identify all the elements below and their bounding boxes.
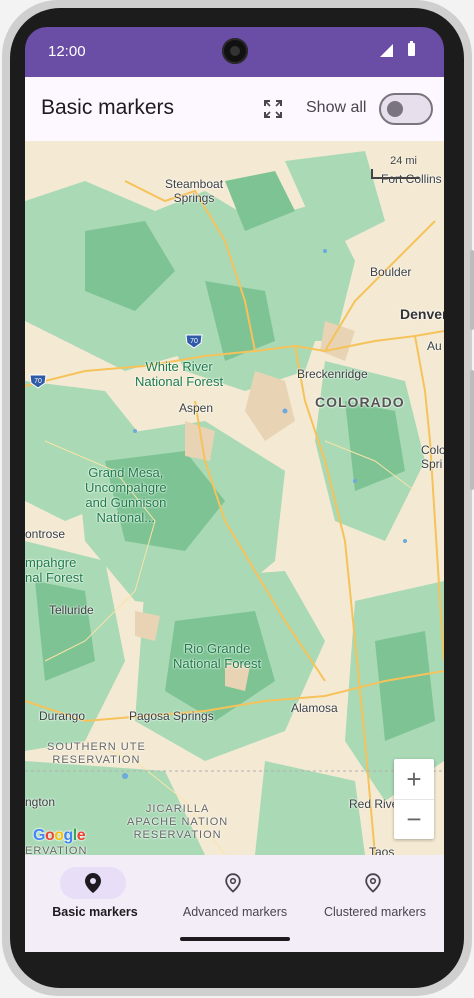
zoom-in-button[interactable]: +	[394, 759, 434, 800]
map-label-telluride: Telluride	[49, 603, 94, 617]
place-filled-icon	[85, 873, 101, 893]
nav-label: Basic markers	[52, 905, 138, 919]
map-label-reservation-edge: ERVATION	[25, 845, 88, 855]
interstate-70-east-shield: 70	[185, 334, 203, 349]
fullscreen-icon[interactable]	[263, 99, 283, 119]
zoom-out-button[interactable]: −	[394, 799, 434, 839]
bottom-navigation: Basic markers Advanced markers Clustered…	[25, 855, 444, 952]
map-label-grand-mesa-nf: Grand Mesa, Uncompahgre and Gunnison Nat…	[85, 465, 167, 525]
interstate-70-west-shield: 70	[29, 374, 47, 389]
nav-label: Advanced markers	[182, 905, 288, 919]
scale-bar	[371, 169, 419, 179]
map-label-colorado: COLORADO	[315, 394, 405, 410]
zoom-controls: + −	[394, 759, 434, 839]
svg-text:70: 70	[190, 338, 198, 345]
switch-knob	[387, 101, 403, 117]
nav-advanced-markers[interactable]: Advanced markers	[165, 855, 305, 935]
map-label-rio-grande-nf: Rio Grande National Forest	[173, 641, 262, 671]
map-label-steamboat-springs: Steamboat Springs	[165, 177, 224, 205]
show-all-switch[interactable]	[379, 93, 433, 125]
nav-clustered-markers[interactable]: Clustered markers	[305, 855, 444, 935]
map-label-montrose: ontrose	[25, 527, 66, 541]
map-label-jicarilla: JICARILLA APACHE NATION RESERVATION	[127, 803, 229, 841]
top-app-bar: Basic markers Show all	[25, 77, 444, 141]
nav-label: Clustered markers	[323, 905, 427, 919]
battery-icon	[408, 41, 415, 56]
map-label-alamosa: Alamosa	[291, 701, 338, 715]
google-logo: Google	[33, 827, 86, 844]
map-view[interactable]: Steamboat Springs Fort Collins Boulder D…	[25, 141, 444, 855]
place-outline-icon	[225, 873, 241, 893]
map-label-aurora: Au	[427, 339, 442, 353]
nav-basic-markers[interactable]: Basic markers	[25, 855, 165, 935]
map-label-aspen: Aspen	[179, 401, 214, 415]
front-camera	[222, 38, 248, 64]
map-label-denver: Denver	[400, 306, 444, 322]
svg-text:70: 70	[34, 378, 42, 385]
map-label-durango: Durango	[39, 709, 86, 723]
gesture-home-bar[interactable]	[180, 937, 290, 941]
scale-label: 24 mi	[390, 155, 417, 167]
show-all-label: Show all	[306, 99, 367, 116]
status-bar: 12:00	[25, 27, 444, 77]
map-label-taos: Taos	[369, 845, 395, 855]
map-scale: 24 mi	[371, 155, 419, 179]
map-label-white-river-nf: White River National Forest	[135, 359, 224, 389]
volume-button	[470, 370, 474, 490]
place-outline-icon	[365, 873, 381, 893]
map-label-southern-ute: SOUTHERN UTE RESERVATION	[47, 741, 146, 766]
status-time: 12:00	[48, 43, 86, 60]
screen: 12:00 Basic markers Show all Steamboat S…	[25, 27, 444, 952]
map-label-colorado-springs: Colo Spri	[421, 443, 444, 471]
page-title: Basic markers	[41, 96, 175, 119]
map-label-farmington: ngton	[25, 795, 56, 809]
map-label-pagosa-springs: Pagosa Springs	[129, 709, 214, 723]
map-label-breckenridge: Breckenridge	[297, 367, 368, 381]
power-button	[470, 250, 474, 330]
signal-icon	[380, 44, 393, 57]
map-label-boulder: Boulder	[370, 265, 412, 279]
map-label-uncompahgre-nf: mpahgre nal Forest	[25, 555, 83, 585]
